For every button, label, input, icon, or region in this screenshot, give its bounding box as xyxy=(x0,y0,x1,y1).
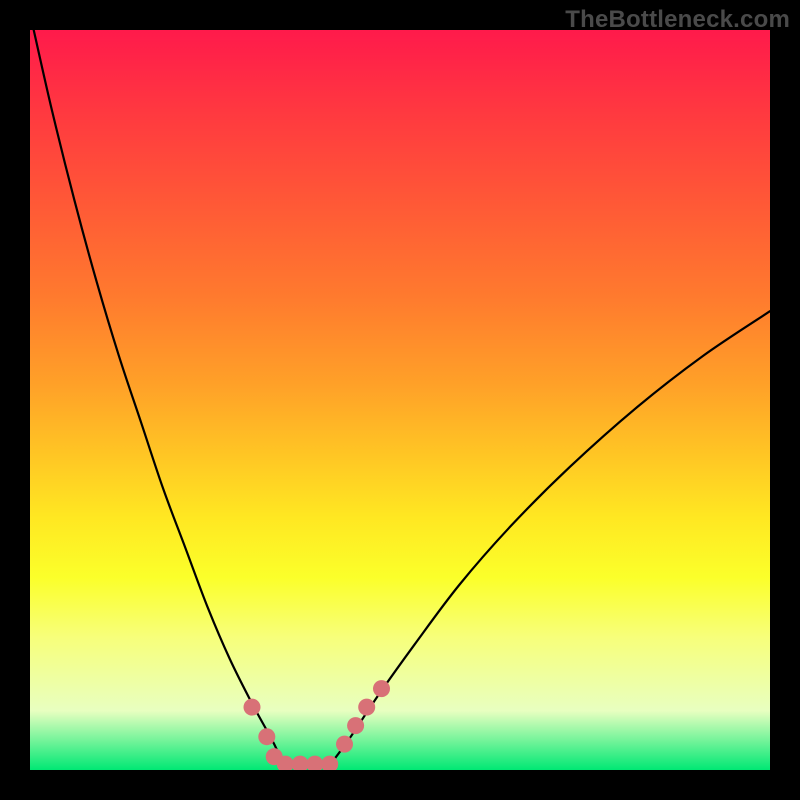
marked-points-group xyxy=(244,680,391,770)
plot-area xyxy=(30,30,770,770)
marked-point xyxy=(306,756,323,770)
marked-point xyxy=(373,680,390,697)
marked-point xyxy=(292,756,309,770)
marked-point xyxy=(347,717,364,734)
dot-layer xyxy=(30,30,770,770)
marked-point xyxy=(321,756,338,770)
marked-point xyxy=(244,699,261,716)
chart-frame: TheBottleneck.com xyxy=(0,0,800,800)
marked-point xyxy=(336,736,353,753)
watermark-label: TheBottleneck.com xyxy=(565,6,790,34)
marked-point xyxy=(258,728,275,745)
marked-point xyxy=(358,699,375,716)
